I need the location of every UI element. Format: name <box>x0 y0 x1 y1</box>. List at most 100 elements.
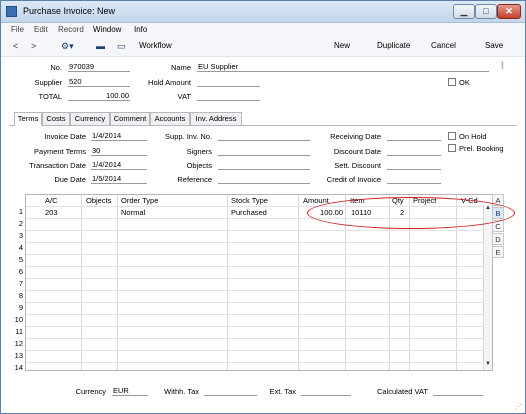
scroll-down-icon[interactable]: ▼ <box>484 361 492 370</box>
column-header-order-type: Order Type <box>121 196 159 205</box>
menu-bar: File Edit Record Window Info <box>1 23 525 37</box>
row-number: 14 <box>14 363 23 372</box>
currency-field[interactable]: EUR <box>112 386 148 396</box>
row-number: 1 <box>18 207 23 216</box>
row-divider <box>26 290 492 291</box>
cell-order-type[interactable]: Normal <box>121 208 145 217</box>
workflow-button[interactable]: Workflow <box>139 41 172 50</box>
tab-accounts[interactable]: Accounts <box>150 112 190 125</box>
receiving-date-field[interactable] <box>387 131 441 141</box>
resize-grip-icon[interactable]: ⋰ <box>515 403 523 411</box>
credit-of-invoice-label: Credit of Invoice <box>326 175 381 184</box>
tab-costs[interactable]: Costs <box>42 112 70 125</box>
supplier-label: Supplier <box>34 78 62 87</box>
tab-comment[interactable]: Comment <box>110 112 150 125</box>
payment-terms-field[interactable]: 30 <box>91 146 147 156</box>
ok-checkbox[interactable] <box>448 78 456 86</box>
discount-date-field[interactable] <box>387 146 441 156</box>
name-field[interactable]: EU Supplier <box>197 62 489 72</box>
minimize-button[interactable]: ▁ <box>453 4 475 19</box>
purchase-invoice-window: Purchase Invoice: New ▁ □ ✕ File Edit Re… <box>0 0 526 414</box>
due-date-field[interactable]: 1/5/2014 <box>91 174 147 184</box>
row-number: 6 <box>18 267 23 276</box>
supp-inv-no-field[interactable] <box>218 131 310 141</box>
hold-amount-field[interactable] <box>197 77 260 87</box>
on-hold-label: On Hold <box>459 132 487 141</box>
supplier-field[interactable]: 520 <box>68 77 130 87</box>
gear-icon[interactable]: ⚙▾ <box>61 41 74 52</box>
row-divider <box>26 314 492 315</box>
row-number: 8 <box>18 291 23 300</box>
row-divider <box>26 362 492 363</box>
grid-scrollbar[interactable]: ▲ ▼ <box>483 205 492 370</box>
forward-icon[interactable]: > <box>31 41 36 51</box>
grid-column-divider <box>81 195 82 370</box>
discount-date-label: Discount Date <box>333 147 381 156</box>
ok-label: OK <box>459 78 470 87</box>
row-number: 13 <box>14 351 23 360</box>
invoice-date-label: Invoice Date <box>44 132 86 141</box>
new-button[interactable]: New <box>334 41 350 50</box>
tab-inv-address[interactable]: Inv. Address <box>190 112 242 125</box>
grid-column-divider <box>227 195 228 370</box>
objects-label: Objects <box>186 161 212 170</box>
no-label: No. <box>50 63 62 72</box>
tab-divider <box>9 125 517 126</box>
credit-of-invoice-field[interactable] <box>387 174 441 184</box>
column-header-objects: Objects <box>86 196 112 205</box>
reference-label: Reference <box>177 175 212 184</box>
menu-file[interactable]: File <box>11 25 24 34</box>
print-preview-icon[interactable]: ▭ <box>117 41 126 52</box>
invoice-date-field[interactable]: 1/4/2014 <box>91 131 147 141</box>
row-number: 12 <box>14 339 23 348</box>
on-hold-checkbox[interactable] <box>448 132 456 140</box>
attachment-icon[interactable]: ⌇ <box>500 61 505 72</box>
reference-field[interactable] <box>218 174 310 184</box>
card-d-button[interactable]: D <box>492 233 504 245</box>
row-divider <box>26 254 492 255</box>
objects-field[interactable] <box>218 160 310 170</box>
due-date-label: Due Date <box>54 175 86 184</box>
window-title: Purchase Invoice: New <box>23 6 116 16</box>
column-header-stock-type: Stock Type <box>231 196 268 205</box>
tab-currency[interactable]: Currency <box>70 112 110 125</box>
sett-discount-field[interactable] <box>387 160 441 170</box>
receiving-date-label: Receiving Date <box>330 132 381 141</box>
vat-field[interactable] <box>197 91 260 101</box>
sett-discount-label: Sett. Discount <box>334 161 381 170</box>
withh-tax-field <box>204 386 257 396</box>
prel-booking-label: Prel. Booking <box>459 144 504 153</box>
tab-terms[interactable]: Terms <box>14 112 42 126</box>
row-number: 2 <box>18 219 23 228</box>
grid-column-divider <box>117 195 118 370</box>
transaction-date-field[interactable]: 1/4/2014 <box>91 160 147 170</box>
ext-tax-label: Ext. Tax <box>269 387 296 396</box>
calculated-vat-label: Calculated VAT <box>377 387 428 396</box>
row-divider <box>26 326 492 327</box>
row-number: 11 <box>15 327 23 336</box>
cancel-button[interactable]: Cancel <box>431 41 456 50</box>
toolbar: < > ⚙▾ ▬ ▭ Workflow New Duplicate Cancel… <box>1 37 525 57</box>
duplicate-button[interactable]: Duplicate <box>377 41 410 50</box>
prel-booking-checkbox[interactable] <box>448 144 456 152</box>
save-button[interactable]: Save <box>485 41 503 50</box>
card-e-button[interactable]: E <box>492 246 504 258</box>
menu-edit[interactable]: Edit <box>34 25 48 34</box>
total-field: 100.00 <box>68 91 130 101</box>
back-icon[interactable]: < <box>13 41 18 51</box>
menu-record[interactable]: Record <box>58 25 84 34</box>
row-divider <box>26 230 492 231</box>
row-number: 3 <box>18 231 23 240</box>
no-field[interactable]: 970039 <box>68 62 130 72</box>
menu-window[interactable]: Window <box>93 25 121 34</box>
cell-stock-type[interactable]: Purchased <box>231 208 267 217</box>
name-label: Name <box>170 63 191 72</box>
transaction-date-label: Transaction Date <box>29 161 86 170</box>
menu-info[interactable]: Info <box>134 25 147 34</box>
cell-ac[interactable]: 203 <box>45 208 58 217</box>
maximize-button[interactable]: □ <box>475 4 497 19</box>
close-button[interactable]: ✕ <box>497 4 521 19</box>
highlight-ellipse <box>307 197 515 229</box>
print-icon[interactable]: ▬ <box>96 41 105 51</box>
signers-field[interactable] <box>218 146 310 156</box>
